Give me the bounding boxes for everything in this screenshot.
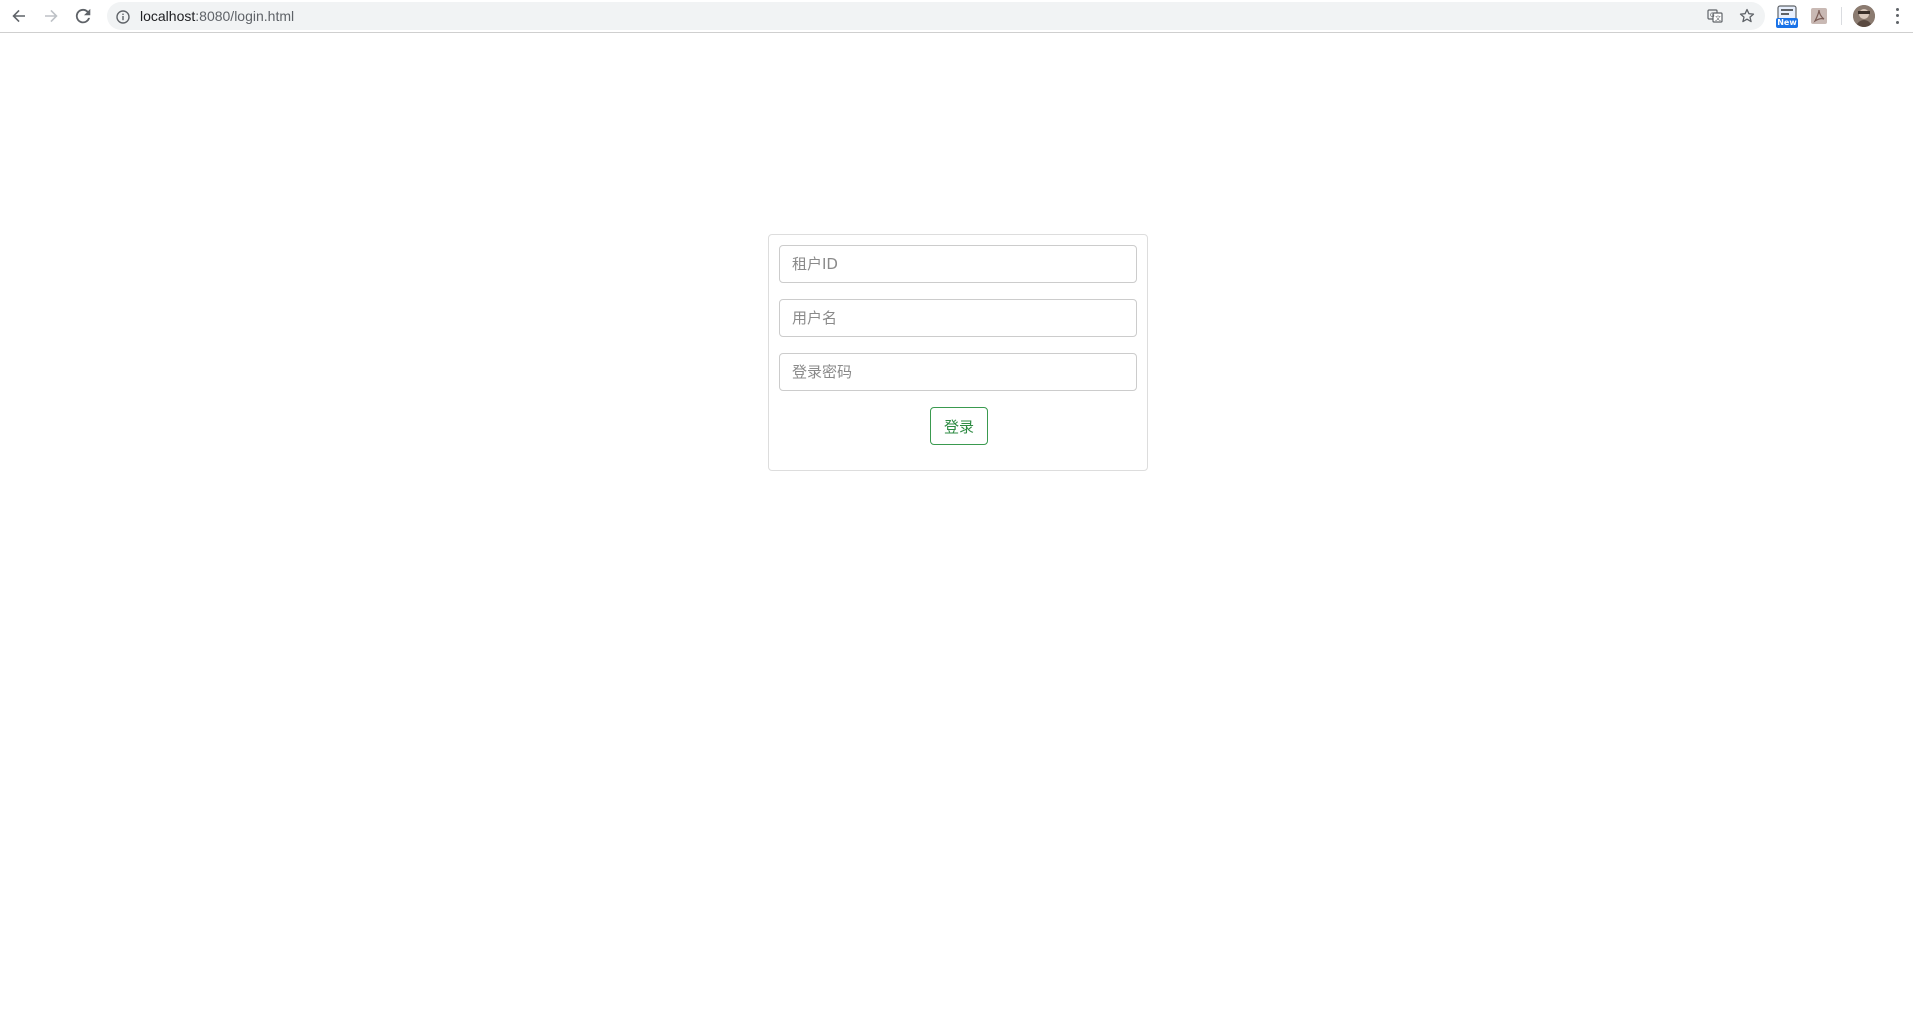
browser-toolbar: localhost:8080/login.html G文 New — [0, 0, 1913, 33]
extension-new-icon[interactable]: New — [1775, 5, 1799, 29]
login-panel: 登录 — [768, 234, 1148, 471]
avatar[interactable] — [1853, 5, 1875, 27]
extension-new-badge: New — [1777, 18, 1797, 27]
info-icon[interactable] — [116, 9, 130, 24]
translate-icon[interactable]: G文 — [1707, 8, 1723, 24]
address-bar[interactable]: localhost:8080/login.html G文 — [107, 2, 1765, 30]
svg-text:文: 文 — [1715, 15, 1721, 23]
username-input[interactable] — [779, 299, 1137, 337]
url-path: :8080/login.html — [195, 8, 295, 24]
url-text[interactable]: localhost:8080/login.html — [140, 2, 294, 30]
more-vertical-icon[interactable] — [1890, 6, 1904, 26]
reload-icon[interactable] — [70, 3, 96, 29]
login-button[interactable]: 登录 — [930, 407, 988, 445]
arrow-right-icon[interactable] — [38, 3, 64, 29]
pdf-icon[interactable] — [1809, 6, 1833, 30]
password-input[interactable] — [779, 353, 1137, 391]
star-icon[interactable] — [1739, 8, 1755, 24]
toolbar-separator — [1841, 7, 1842, 25]
arrow-left-icon[interactable] — [6, 3, 32, 29]
tenant-id-input[interactable] — [779, 245, 1137, 283]
url-host: localhost — [140, 8, 196, 24]
